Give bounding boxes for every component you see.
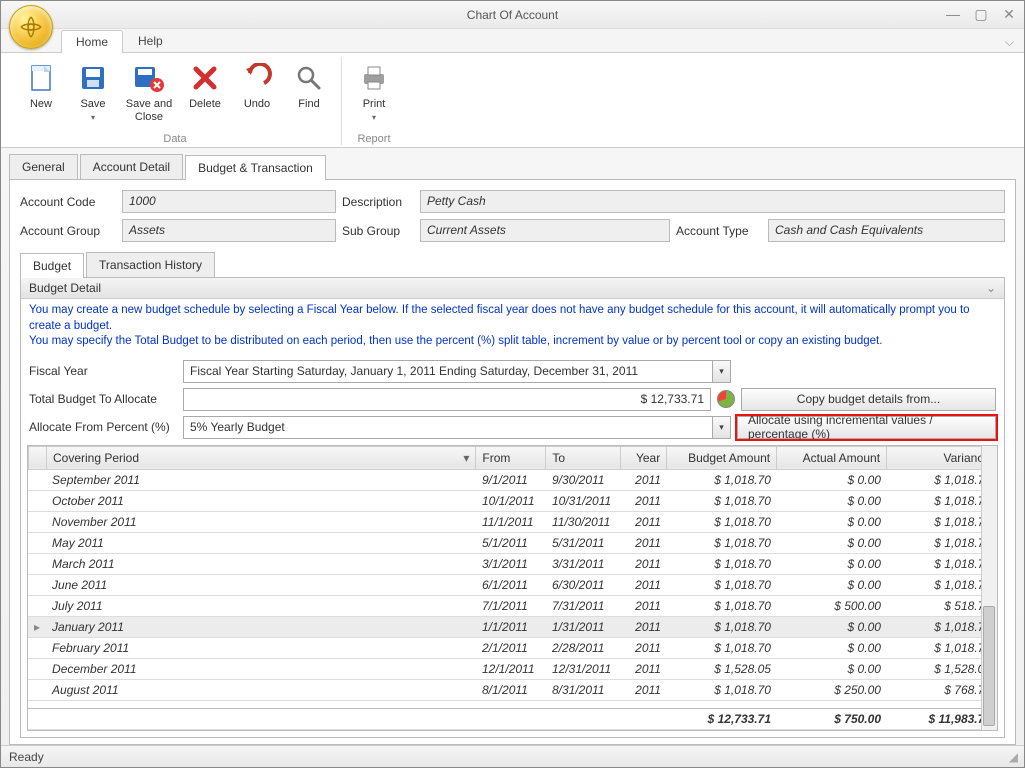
chevron-down-icon: ▾	[91, 113, 95, 122]
fiscal-year-combo[interactable]: Fiscal Year Starting Saturday, January 1…	[183, 360, 731, 383]
col-actual-amount[interactable]: Actual Amount	[777, 446, 887, 469]
grid-header-row: Covering Period ▾ From To Year Budget Am…	[29, 446, 997, 469]
table-row[interactable]: December 201112/1/201112/31/20112011$ 1,…	[28, 658, 997, 679]
main-tabstrip: General Account Detail Budget & Transact…	[9, 154, 1016, 180]
col-from[interactable]: From	[476, 446, 546, 469]
budget-grid: Covering Period ▾ From To Year Budget Am…	[27, 445, 998, 731]
titlebar: Chart Of Account — ▢ ✕	[1, 1, 1024, 29]
search-icon	[293, 62, 325, 94]
vertical-scrollbar[interactable]	[981, 446, 997, 730]
tab-budget-transaction[interactable]: Budget & Transaction	[185, 155, 326, 180]
budget-detail-panel: Budget Detail ⌄ You may create a new bud…	[20, 278, 1005, 738]
total-budget: $ 12,733.71	[667, 709, 777, 730]
chevron-down-icon[interactable]: ▾	[712, 417, 730, 438]
print-button[interactable]: Print▾	[348, 57, 400, 131]
budget-help-text: You may create a new budget schedule by …	[21, 299, 1004, 354]
save-close-button[interactable]: Save and Close	[119, 57, 179, 131]
table-row[interactable]: May 20115/1/20115/31/20112011$ 1,018.70$…	[28, 532, 997, 553]
delete-icon	[189, 62, 221, 94]
col-covering-period[interactable]: Covering Period ▾	[46, 446, 475, 469]
grid-totals-row: $ 12,733.71 $ 750.00 $ 11,983.71	[28, 709, 997, 730]
tab-budget[interactable]: Budget	[20, 253, 84, 278]
undo-button[interactable]: Undo	[231, 57, 283, 131]
ribbon-group-report: Print▾ Report	[342, 57, 406, 145]
close-button[interactable]: ✕	[1000, 5, 1018, 23]
allocate-percent-combo[interactable]: 5% Yearly Budget ▾	[183, 416, 731, 439]
account-type-field[interactable]: Cash and Cash Equivalents	[768, 219, 1005, 242]
ribbon-group-data: New Save▾ Save and Close Delete Undo	[9, 57, 342, 145]
save-icon	[77, 62, 109, 94]
table-row[interactable]: March 20113/1/20113/31/20112011$ 1,018.7…	[28, 553, 997, 574]
app-window: Chart Of Account — ▢ ✕ Home Help ⌵ New S…	[0, 0, 1025, 768]
col-year[interactable]: Year	[621, 446, 667, 469]
printer-icon	[358, 62, 390, 94]
sub-tabstrip: Budget Transaction History	[20, 252, 1005, 278]
delete-button[interactable]: Delete	[179, 57, 231, 131]
total-budget-input[interactable]: $ 12,733.71	[183, 388, 711, 411]
statusbar: Ready ◢	[1, 745, 1024, 767]
table-row[interactable]: June 20116/1/20116/30/20112011$ 1,018.70…	[28, 574, 997, 595]
ribbon: New Save▾ Save and Close Delete Undo	[1, 53, 1024, 148]
chevron-down-icon[interactable]: ▾	[712, 361, 730, 382]
new-document-icon	[25, 62, 57, 94]
resize-grip-icon[interactable]: ◢	[1009, 750, 1016, 764]
tab-transaction-history[interactable]: Transaction History	[86, 252, 215, 277]
save-button[interactable]: Save▾	[67, 57, 119, 131]
copy-budget-button[interactable]: Copy budget details from...	[741, 388, 996, 411]
table-row[interactable]: October 201110/1/201110/31/20112011$ 1,0…	[28, 490, 997, 511]
table-row[interactable]: February 20112/1/20112/28/20112011$ 1,01…	[28, 637, 997, 658]
ribbon-group-label-data: Data	[163, 133, 186, 145]
undo-icon	[241, 62, 273, 94]
description-label: Description	[342, 195, 414, 209]
chevron-down-icon: ▾	[372, 113, 376, 122]
content-area: General Account Detail Budget & Transact…	[1, 148, 1024, 745]
allocate-incremental-button[interactable]: Allocate using incremental values / perc…	[737, 416, 996, 439]
budget-transaction-panel: Account Code 1000 Description Petty Cash…	[9, 180, 1016, 745]
save-close-icon	[133, 62, 165, 94]
fiscal-year-label: Fiscal Year	[29, 364, 177, 378]
table-row[interactable]: August 20118/1/20118/31/20112011$ 1,018.…	[28, 679, 997, 700]
window-title: Chart Of Account	[467, 8, 558, 22]
col-to[interactable]: To	[546, 446, 621, 469]
total-budget-label: Total Budget To Allocate	[29, 392, 177, 406]
table-row[interactable]: July 20117/1/20117/31/20112011$ 1,018.70…	[28, 595, 997, 616]
account-code-label: Account Code	[20, 195, 116, 209]
new-button[interactable]: New	[15, 57, 67, 131]
account-type-label: Account Type	[676, 224, 762, 238]
ribbon-tab-help[interactable]: Help	[123, 29, 178, 52]
find-button[interactable]: Find	[283, 57, 335, 131]
budget-detail-header[interactable]: Budget Detail ⌄	[21, 278, 1004, 299]
account-group-label: Account Group	[20, 224, 116, 238]
tab-account-detail[interactable]: Account Detail	[80, 154, 183, 179]
pie-chart-icon[interactable]	[717, 390, 735, 408]
description-field[interactable]: Petty Cash	[420, 190, 1005, 213]
ribbon-tab-home[interactable]: Home	[61, 30, 123, 53]
table-row[interactable]: November 201111/1/201111/30/20112011$ 1,…	[28, 511, 997, 532]
sub-group-label: Sub Group	[342, 224, 414, 238]
col-budget-amount[interactable]: Budget Amount	[667, 446, 777, 469]
table-row[interactable]: ▸January 20111/1/20111/31/20112011$ 1,01…	[28, 616, 997, 637]
ribbon-group-label-report: Report	[357, 133, 390, 145]
chevron-down-icon: ⌄	[986, 281, 996, 295]
table-row[interactable]: September 20119/1/20119/30/20112011$ 1,0…	[28, 470, 997, 491]
total-actual: $ 750.00	[777, 709, 887, 730]
allocate-percent-label: Allocate From Percent (%)	[29, 420, 177, 434]
minimize-button[interactable]: —	[944, 5, 962, 23]
col-variance[interactable]: Variance	[887, 446, 997, 469]
status-text: Ready	[9, 750, 44, 764]
maximize-button[interactable]: ▢	[972, 5, 990, 23]
account-code-field[interactable]: 1000	[122, 190, 336, 213]
ribbon-collapse-icon[interactable]: ⌵	[1005, 35, 1014, 50]
sub-group-field[interactable]: Current Assets	[420, 219, 670, 242]
app-orb-button[interactable]	[9, 5, 53, 49]
ribbon-tabs: Home Help	[1, 29, 1024, 53]
account-group-field[interactable]: Assets	[122, 219, 336, 242]
tab-general[interactable]: General	[9, 154, 78, 179]
